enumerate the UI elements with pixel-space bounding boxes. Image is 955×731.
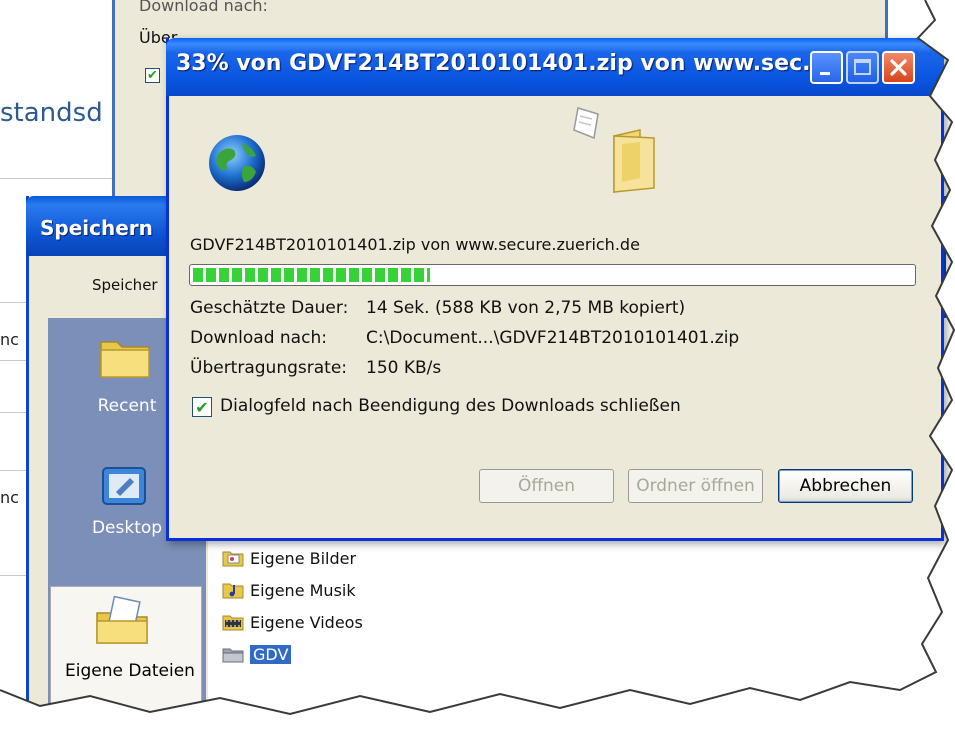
transfer-rate-value: 150 KB/s [366, 358, 442, 378]
background-row-text: nc [0, 488, 19, 507]
close-icon [890, 59, 907, 76]
maximize-icon [854, 59, 871, 75]
list-item[interactable]: Eigene Videos [222, 610, 363, 634]
file-name: Eigene Musik [250, 580, 356, 600]
previous-close-checkbox[interactable]: ✔ [145, 68, 160, 83]
close-button[interactable] [882, 51, 915, 84]
background-row-text: nc [0, 330, 19, 349]
save-in-label: Speicher [92, 276, 158, 294]
destination-folder-icon [613, 129, 655, 193]
open-folder-button[interactable]: Ordner öffnen [628, 469, 763, 503]
recent-folder-icon [100, 341, 150, 378]
previous-download-to-label: Download nach: [139, 0, 268, 15]
estimated-time-label: Geschätzte Dauer: [190, 298, 349, 318]
folder-icon [222, 648, 244, 663]
list-item[interactable]: Eigene Bilder [222, 546, 356, 570]
background-page-title: standsd [0, 98, 103, 128]
minimize-icon [820, 72, 830, 75]
divider [0, 412, 26, 413]
file-name: GDV [250, 644, 292, 664]
globe-icon [209, 135, 265, 191]
divider [0, 178, 112, 179]
download-to-value: C:\Document...\GDVF214BT2010101401.zip [366, 328, 740, 348]
download-progress-fill [193, 268, 430, 282]
transfer-rate-label: Übertragungsrate: [190, 358, 348, 378]
divider [0, 575, 26, 576]
download-to-label: Download nach: [190, 328, 327, 348]
list-item[interactable]: Eigene Musik [222, 578, 356, 602]
pictures-folder-icon [222, 551, 244, 567]
maximize-button[interactable] [846, 51, 879, 84]
save-dialog-title: Speichern [40, 216, 153, 240]
download-dialog-titlebar[interactable]: 33% von GDVF214BT2010101401.zip von www.… [166, 38, 944, 96]
open-button[interactable]: Öffnen [479, 469, 614, 503]
flying-paper-icon [573, 107, 599, 140]
minimize-button[interactable] [810, 51, 843, 84]
close-when-done-label[interactable]: Dialogfeld nach Beendigung des Downloads… [220, 396, 681, 416]
my-documents-icon [96, 595, 148, 644]
places-item-my-documents[interactable]: Eigene Dateien [50, 586, 202, 718]
download-dialog [166, 38, 944, 541]
close-when-done-checkbox[interactable]: ✔ [192, 397, 212, 417]
videos-folder-icon [222, 615, 244, 631]
divider [0, 470, 26, 471]
download-source-text: GDVF214BT2010101401.zip von www.secure.z… [190, 235, 640, 254]
file-name: Eigene Videos [250, 612, 363, 632]
estimated-time-value: 14 Sek. (588 KB von 2,75 MB kopiert) [366, 298, 686, 318]
checkmark-icon: ✔ [195, 397, 209, 417]
music-folder-icon [222, 583, 244, 599]
file-name: Eigene Bilder [250, 548, 357, 568]
desktop-icon [102, 467, 146, 505]
divider [0, 360, 26, 361]
cancel-button[interactable]: Abbrechen [778, 469, 913, 503]
places-item-label: Eigene Dateien [65, 661, 195, 681]
download-progress-bar [189, 264, 916, 286]
window-title: 33% von GDVF214BT2010101401.zip von www.… [176, 51, 828, 76]
divider [0, 302, 26, 303]
list-item-selected[interactable]: GDV [222, 642, 292, 666]
